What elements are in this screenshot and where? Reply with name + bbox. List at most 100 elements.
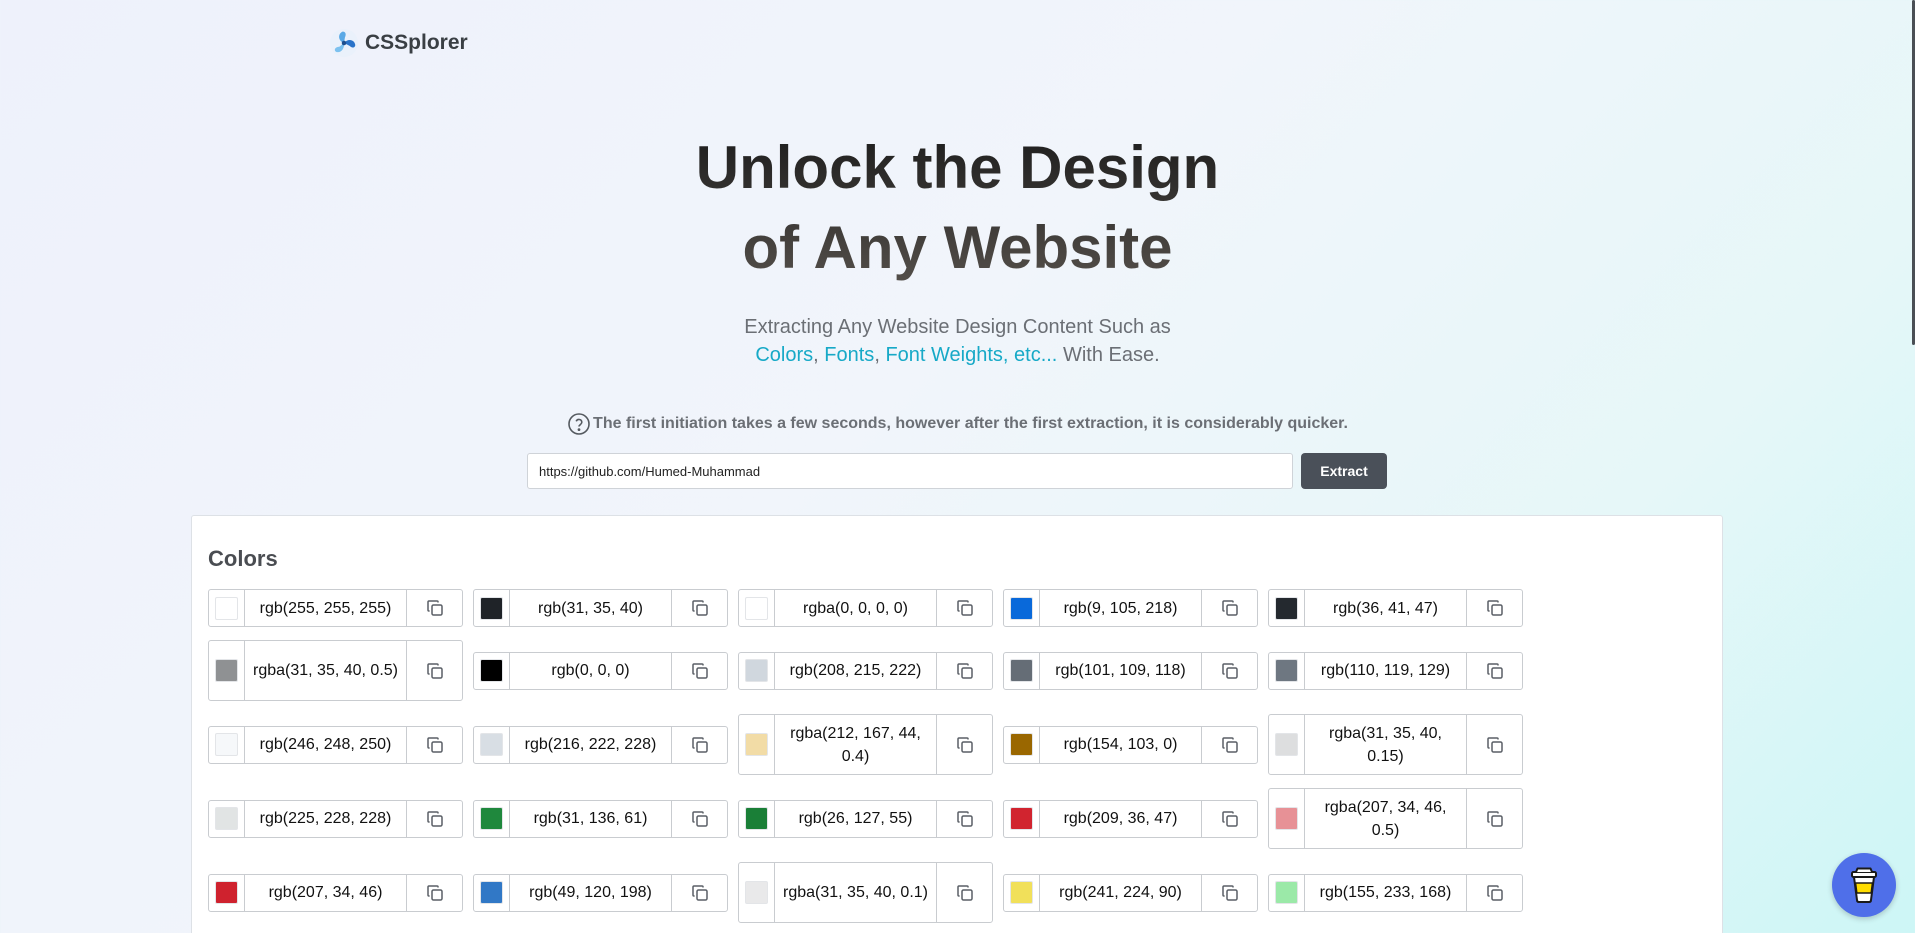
copy-icon (426, 662, 443, 679)
copy-button[interactable] (936, 863, 992, 922)
copy-button[interactable] (936, 590, 992, 626)
color-swatch (1275, 659, 1298, 682)
copy-button[interactable] (406, 800, 462, 837)
color-value: rgb(0, 0, 0) (509, 652, 671, 689)
copy-button[interactable] (671, 726, 727, 763)
colors-section-title: Colors (208, 546, 278, 571)
color-value: rgb(208, 215, 222) (774, 652, 936, 689)
color-value: rgba(31, 35, 40, 0.1) (774, 863, 936, 922)
color-item: rgb(241, 224, 90) (1003, 873, 1258, 912)
copy-icon (1221, 884, 1238, 901)
copy-icon (1486, 736, 1503, 753)
copy-icon (1221, 736, 1238, 753)
color-swatch (745, 596, 768, 620)
accent-colors: Colors (755, 344, 814, 366)
color-item: rgba(31, 35, 40, 0.15) (1268, 714, 1523, 775)
accent-fonts: Fonts (824, 344, 875, 366)
copy-button[interactable] (671, 652, 727, 689)
copy-button[interactable] (406, 874, 462, 911)
copy-button[interactable] (936, 800, 992, 837)
color-item: rgb(9, 105, 218) (1003, 589, 1258, 627)
copy-icon (956, 662, 973, 679)
copy-button[interactable] (1201, 874, 1257, 911)
color-swatch (215, 881, 238, 904)
copy-button[interactable] (406, 641, 462, 700)
color-value: rgb(154, 103, 0) (1039, 726, 1201, 763)
color-swatch (745, 881, 768, 904)
copy-icon (691, 736, 708, 753)
copy-icon (1221, 810, 1238, 827)
color-value: rgba(212, 167, 44, 0.4) (774, 715, 936, 774)
color-item: rgb(255, 255, 255) (208, 589, 463, 627)
color-item: rgb(216, 222, 228) (473, 725, 728, 764)
copy-icon (956, 884, 973, 901)
buy-me-a-coffee-button[interactable] (1832, 853, 1896, 917)
copy-icon (956, 736, 973, 753)
copy-icon (956, 600, 973, 616)
copy-button[interactable] (1201, 726, 1257, 763)
copy-button[interactable] (1466, 715, 1522, 774)
color-value: rgb(207, 34, 46) (244, 874, 406, 911)
subtitle-line2: Colors, Fonts, Font Weights, etc... With… (0, 341, 1915, 369)
copy-button[interactable] (671, 590, 727, 626)
copy-icon (426, 736, 443, 753)
color-value: rgb(246, 248, 250) (244, 726, 406, 763)
copy-button[interactable] (406, 726, 462, 763)
question-circle-icon (568, 413, 590, 435)
color-grid: rgb(255, 255, 255) rgb(31, 35, 40) rgba(0,… (208, 589, 1523, 933)
copy-button[interactable] (671, 800, 727, 837)
color-swatch (1010, 733, 1033, 756)
copy-icon (426, 600, 443, 616)
color-item: rgb(246, 248, 250) (208, 725, 463, 764)
copy-button[interactable] (936, 715, 992, 774)
color-value: rgb(31, 136, 61) (509, 800, 671, 837)
subtitle-tail: With Ease. (1062, 344, 1160, 366)
copy-icon (691, 884, 708, 901)
color-value: rgb(209, 36, 47) (1039, 800, 1201, 837)
color-item: rgb(26, 127, 55) (738, 799, 993, 838)
brand-logo[interactable]: CSSplorer (329, 28, 468, 58)
color-value: rgb(101, 109, 118) (1039, 652, 1201, 689)
color-swatch (1275, 807, 1298, 830)
hero-title-line2: of Any Website (742, 214, 1173, 281)
color-item: rgb(225, 228, 228) (208, 799, 463, 838)
color-swatch (215, 807, 238, 830)
subtitle-line1: Extracting Any Website Design Content Su… (744, 316, 1171, 338)
color-item: rgb(31, 136, 61) (473, 799, 728, 838)
color-swatch (1010, 881, 1033, 904)
copy-button[interactable] (1466, 789, 1522, 848)
copy-icon (426, 884, 443, 901)
copy-button[interactable] (1466, 874, 1522, 911)
color-value: rgb(225, 228, 228) (244, 800, 406, 837)
hero-subtitle: Extracting Any Website Design Content Su… (0, 313, 1915, 369)
info-notice: The first initiation takes a few seconds… (0, 412, 1915, 436)
copy-icon (691, 662, 708, 679)
copy-icon (1486, 662, 1503, 679)
color-item: rgb(155, 233, 168) (1268, 873, 1523, 912)
copy-icon (691, 600, 708, 616)
copy-icon (1486, 600, 1503, 616)
color-item: rgba(31, 35, 40, 0.5) (208, 640, 463, 701)
color-swatch (1275, 596, 1298, 620)
copy-button[interactable] (406, 590, 462, 626)
color-value: rgb(26, 127, 55) (774, 800, 936, 837)
color-swatch (1010, 807, 1033, 830)
color-value: rgb(31, 35, 40) (509, 590, 671, 626)
color-item: rgb(110, 119, 129) (1268, 651, 1523, 690)
extract-button[interactable]: Extract (1301, 453, 1387, 489)
color-swatch (1010, 659, 1033, 682)
color-value: rgb(36, 41, 47) (1304, 590, 1466, 626)
color-swatch (480, 733, 503, 756)
copy-button[interactable] (1466, 590, 1522, 626)
copy-button[interactable] (1201, 800, 1257, 837)
coffee-cup-icon (1851, 867, 1877, 903)
copy-button[interactable] (936, 652, 992, 689)
copy-button[interactable] (1201, 590, 1257, 626)
color-item: rgb(207, 34, 46) (208, 873, 463, 912)
hero-title: Unlock the Design of Any Website (0, 128, 1915, 288)
copy-button[interactable] (671, 874, 727, 911)
copy-button[interactable] (1201, 652, 1257, 689)
url-input[interactable] (527, 453, 1293, 489)
color-item: rgba(207, 34, 46, 0.5) (1268, 788, 1523, 849)
copy-button[interactable] (1466, 652, 1522, 689)
